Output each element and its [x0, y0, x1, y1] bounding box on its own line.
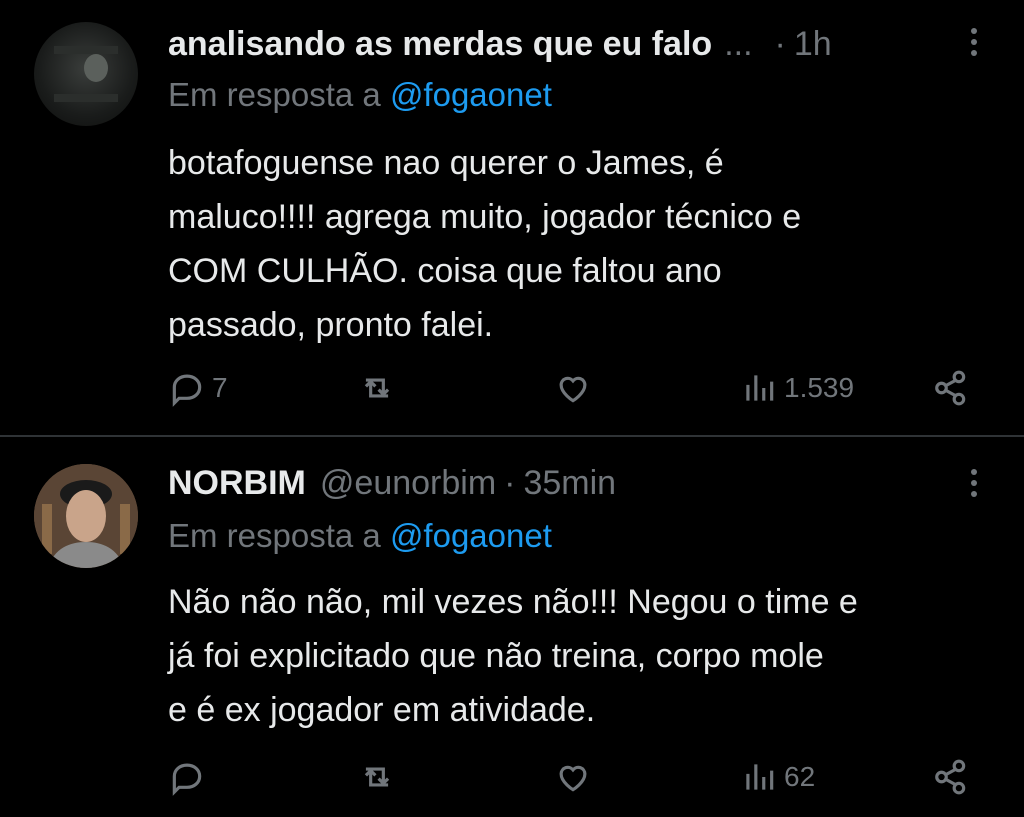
avatar-image: [54, 46, 118, 102]
reply-icon: [172, 374, 202, 407]
tweet-text-line: e é ex jogador em atividade.: [168, 691, 596, 729]
reply-context: Em resposta a @fogaonet: [168, 517, 552, 555]
name-truncation: ...: [724, 24, 753, 63]
retweet-icon: [364, 378, 390, 398]
reply-button[interactable]: [168, 755, 212, 799]
tweet-text-line: já foi explicitado que não treina, corpo…: [168, 637, 824, 675]
views-button[interactable]: 1.539: [740, 366, 854, 410]
action-bar: 7 1.539: [0, 366, 1024, 410]
reply-prefix: Em resposta a: [168, 76, 381, 113]
reply-icon: [172, 763, 202, 796]
display-name[interactable]: analisando as merdas que eu falo: [168, 25, 712, 64]
tweet-text-line: botafoguense nao querer o James, é: [168, 144, 724, 182]
tweet-text-line: maluco!!!! agrega muito, jogador técnico…: [168, 198, 802, 236]
retweet-button[interactable]: [358, 366, 402, 410]
tweet[interactable]: NORBIM @eunorbim · 35min Em resposta a @…: [0, 437, 1024, 817]
share-button[interactable]: [932, 755, 970, 799]
tweet-text: botafoguense nao querer o James, é maluc…: [168, 136, 998, 352]
tweet-header: analisando as merdas que eu falo ... · 1…: [168, 20, 984, 68]
tweet-header: NORBIM @eunorbim · 35min: [168, 459, 984, 507]
reply-count: 7: [212, 372, 228, 403]
views-button[interactable]: 62: [740, 755, 815, 799]
tweet-text-line: COM CULHÃO. coisa que faltou ano: [168, 252, 722, 290]
views-icon: [746, 375, 774, 401]
like-icon: [559, 376, 587, 403]
avatar[interactable]: [34, 464, 138, 568]
avatar-image: [34, 464, 138, 568]
share-icon: [935, 759, 966, 795]
reply-prefix: Em resposta a: [168, 517, 381, 554]
reply-button[interactable]: 7: [168, 366, 228, 410]
like-button[interactable]: [554, 755, 598, 799]
reply-context: Em resposta a @fogaonet: [168, 76, 552, 114]
tweet-text: Não não não, mil vezes não!!! Negou o ti…: [168, 575, 998, 737]
timestamp[interactable]: 1h: [794, 25, 832, 64]
retweet-button[interactable]: [358, 755, 402, 799]
tweet-text-line: Não não não, mil vezes não!!! Negou o ti…: [168, 583, 858, 621]
share-icon: [935, 370, 966, 406]
reply-mention-link[interactable]: @fogaonet: [390, 76, 552, 113]
separator-dot: ·: [774, 24, 786, 63]
share-button[interactable]: [932, 366, 970, 410]
avatar[interactable]: [34, 22, 138, 126]
separator-dot: ·: [504, 463, 516, 502]
more-icon[interactable]: [970, 469, 978, 503]
display-name[interactable]: NORBIM: [168, 464, 306, 503]
views-count: 1.539: [784, 372, 855, 403]
more-icon[interactable]: [970, 28, 978, 62]
action-bar: 62: [0, 755, 1024, 799]
views-icon: [746, 764, 774, 790]
views-count: 62: [784, 761, 816, 792]
like-button[interactable]: [554, 366, 598, 410]
retweet-icon: [364, 767, 390, 787]
reply-mention-link[interactable]: @fogaonet: [390, 517, 552, 554]
user-handle[interactable]: @eunorbim: [320, 464, 496, 503]
like-icon: [559, 765, 587, 792]
tweet-text-line: passado, pronto falei.: [168, 306, 494, 344]
timestamp[interactable]: 35min: [523, 464, 616, 503]
tweet[interactable]: analisando as merdas que eu falo ... · 1…: [0, 0, 1024, 436]
